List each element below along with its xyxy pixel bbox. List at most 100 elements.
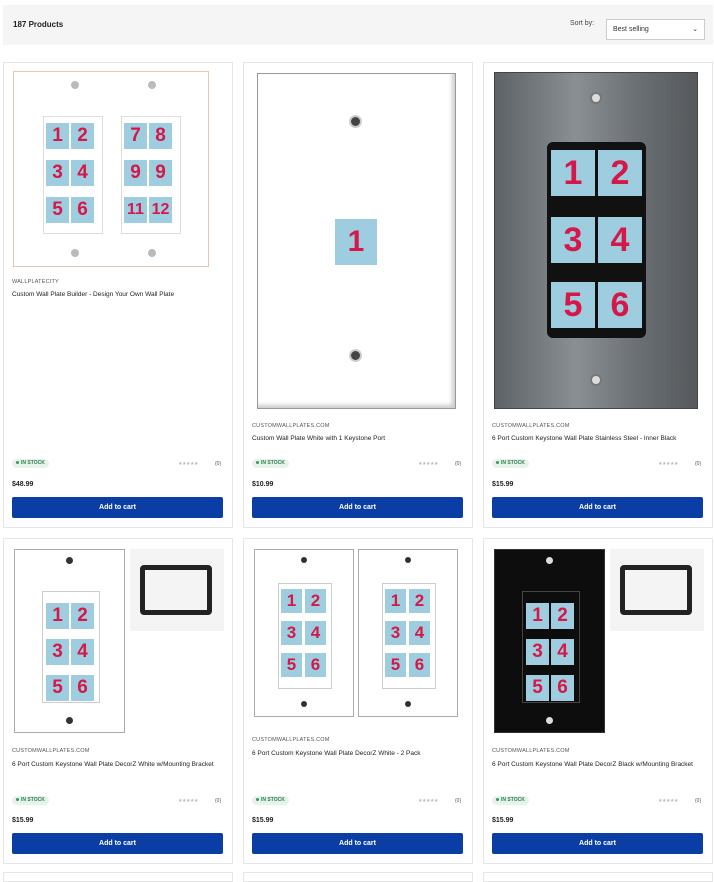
stock-badge: IN STOCK <box>492 459 529 468</box>
sort-value: Best selling <box>613 26 649 33</box>
port-label: 3 <box>526 639 549 665</box>
port-label: 3 <box>385 621 406 645</box>
product-title[interactable]: Custom Wall Plate White with 1 Keystone … <box>252 434 462 443</box>
port-label: 6 <box>305 653 326 677</box>
port-label: 6 <box>598 282 642 328</box>
product-price: $48.99 <box>12 481 34 488</box>
product-count: 187 Products <box>13 20 64 29</box>
stock-badge: IN STOCK <box>12 796 49 805</box>
port-label: 6 <box>551 675 574 701</box>
product-title[interactable]: 6 Port Custom Keystone Wall Plate DecorZ… <box>12 760 222 769</box>
rating-stars-icon: ★★★★★ <box>178 798 198 804</box>
port-label: 6 <box>71 675 94 701</box>
add-to-cart-button[interactable]: Add to cart <box>252 497 463 518</box>
port-label: 2 <box>305 589 326 613</box>
product-image[interactable]: 1 <box>257 73 456 409</box>
port-label: 9 <box>124 160 147 186</box>
product-card[interactable]: 1 2 3 4 5 6 CUSTOMWALLPLATES.COM 6 Port … <box>483 62 713 528</box>
port-label: 2 <box>71 603 94 629</box>
port-label: 2 <box>551 603 574 629</box>
product-card[interactable]: 1 2 3 4 5 6 CUSTOMWALLPLATES.COM 6 Port … <box>483 538 713 864</box>
port-label: 5 <box>526 675 549 701</box>
stock-badge: IN STOCK <box>252 459 289 468</box>
port-label: 2 <box>409 589 430 613</box>
port-label: 3 <box>281 621 302 645</box>
add-to-cart-button[interactable]: Add to cart <box>492 497 703 518</box>
review-count: (0) <box>695 461 702 467</box>
add-to-cart-button[interactable]: Add to cart <box>252 833 463 854</box>
product-image[interactable]: 1 2 3 4 5 6 <box>494 549 708 733</box>
port-label: 3 <box>551 217 595 263</box>
sort-label: Sort by: <box>570 20 595 27</box>
port-label: 9 <box>149 160 172 186</box>
port-label: 11 <box>124 197 147 223</box>
sort-select[interactable]: Best selling ⌄ <box>606 19 705 40</box>
chevron-down-icon: ⌄ <box>692 26 698 33</box>
port-label: 5 <box>385 653 406 677</box>
review-count: (0) <box>695 798 702 804</box>
product-card[interactable] <box>243 872 473 882</box>
add-to-cart-button[interactable]: Add to cart <box>12 833 223 854</box>
port-label: 4 <box>409 621 430 645</box>
port-label: 2 <box>598 150 642 196</box>
port-label: 2 <box>71 123 94 149</box>
product-image[interactable]: 1 2 3 4 5 6 <box>14 549 228 733</box>
port-label: 1 <box>46 123 69 149</box>
product-price: $15.99 <box>252 817 274 824</box>
product-card[interactable] <box>483 872 713 882</box>
rating-stars-icon: ★★★★★ <box>418 798 438 804</box>
product-price: $10.99 <box>252 481 274 488</box>
rating-stars-icon: ★★★★★ <box>658 461 678 467</box>
port-label: 5 <box>46 197 69 223</box>
port-label: 1 <box>526 603 549 629</box>
product-vendor: CUSTOMWALLPLATES.COM <box>492 423 570 429</box>
review-count: (0) <box>215 798 222 804</box>
port-label: 3 <box>46 160 69 186</box>
port-label: 1 <box>385 589 406 613</box>
add-to-cart-button[interactable]: Add to cart <box>12 497 223 518</box>
product-vendor: CUSTOMWALLPLATES.COM <box>12 748 90 754</box>
product-vendor: CUSTOMWALLPLATES.COM <box>252 737 330 743</box>
product-price: $15.99 <box>492 817 514 824</box>
product-price: $15.99 <box>12 817 34 824</box>
stock-badge: IN STOCK <box>492 796 529 805</box>
product-card[interactable]: 1 2 3 4 5 6 CUSTOMWALLPLATES.COM 6 Port … <box>3 538 233 864</box>
product-card[interactable]: 1 2 3 4 5 6 1 2 3 4 5 6 CUSTOMWALLPLATES… <box>243 538 473 864</box>
review-count: (0) <box>455 461 462 467</box>
toolbar: 187 Products Sort by: Best selling ⌄ <box>3 5 713 45</box>
rating-stars-icon: ★★★★★ <box>418 461 438 467</box>
review-count: (0) <box>455 798 462 804</box>
port-label: 4 <box>598 217 642 263</box>
port-label: 6 <box>71 197 94 223</box>
product-image[interactable]: 1 2 3 4 5 6 7 8 9 9 11 12 <box>13 71 209 267</box>
product-card[interactable]: 1 2 3 4 5 6 7 8 9 9 11 12 WALLPLATECITY … <box>3 62 233 528</box>
product-card[interactable] <box>3 872 233 882</box>
rating-stars-icon: ★★★★★ <box>658 798 678 804</box>
port-label: 4 <box>551 639 574 665</box>
port-label: 5 <box>281 653 302 677</box>
port-label: 1 <box>46 603 69 629</box>
product-title[interactable]: 6 Port Custom Keystone Wall Plate DecorZ… <box>492 760 702 769</box>
product-price: $15.99 <box>492 481 514 488</box>
review-count: (0) <box>215 461 222 467</box>
product-vendor: CUSTOMWALLPLATES.COM <box>252 423 330 429</box>
port-label: 12 <box>149 197 172 223</box>
product-image[interactable]: 1 2 3 4 5 6 1 2 3 4 5 6 <box>254 549 468 721</box>
port-label: 4 <box>71 160 94 186</box>
product-title[interactable]: Custom Wall Plate Builder - Design Your … <box>12 290 222 299</box>
product-title[interactable]: 6 Port Custom Keystone Wall Plate DecorZ… <box>252 749 462 758</box>
port-label: 8 <box>149 123 172 149</box>
port-label: 1 <box>335 219 377 265</box>
product-card[interactable]: 1 CUSTOMWALLPLATES.COM Custom Wall Plate… <box>243 62 473 528</box>
product-image[interactable]: 1 2 3 4 5 6 <box>494 72 698 409</box>
port-label: 3 <box>46 639 69 665</box>
product-title[interactable]: 6 Port Custom Keystone Wall Plate Stainl… <box>492 434 702 443</box>
stock-badge: IN STOCK <box>12 459 49 468</box>
add-to-cart-button[interactable]: Add to cart <box>492 833 703 854</box>
port-label: 1 <box>281 589 302 613</box>
product-vendor: CUSTOMWALLPLATES.COM <box>492 748 570 754</box>
port-label: 7 <box>124 123 147 149</box>
port-label: 1 <box>551 150 595 196</box>
port-label: 4 <box>71 639 94 665</box>
port-label: 4 <box>305 621 326 645</box>
